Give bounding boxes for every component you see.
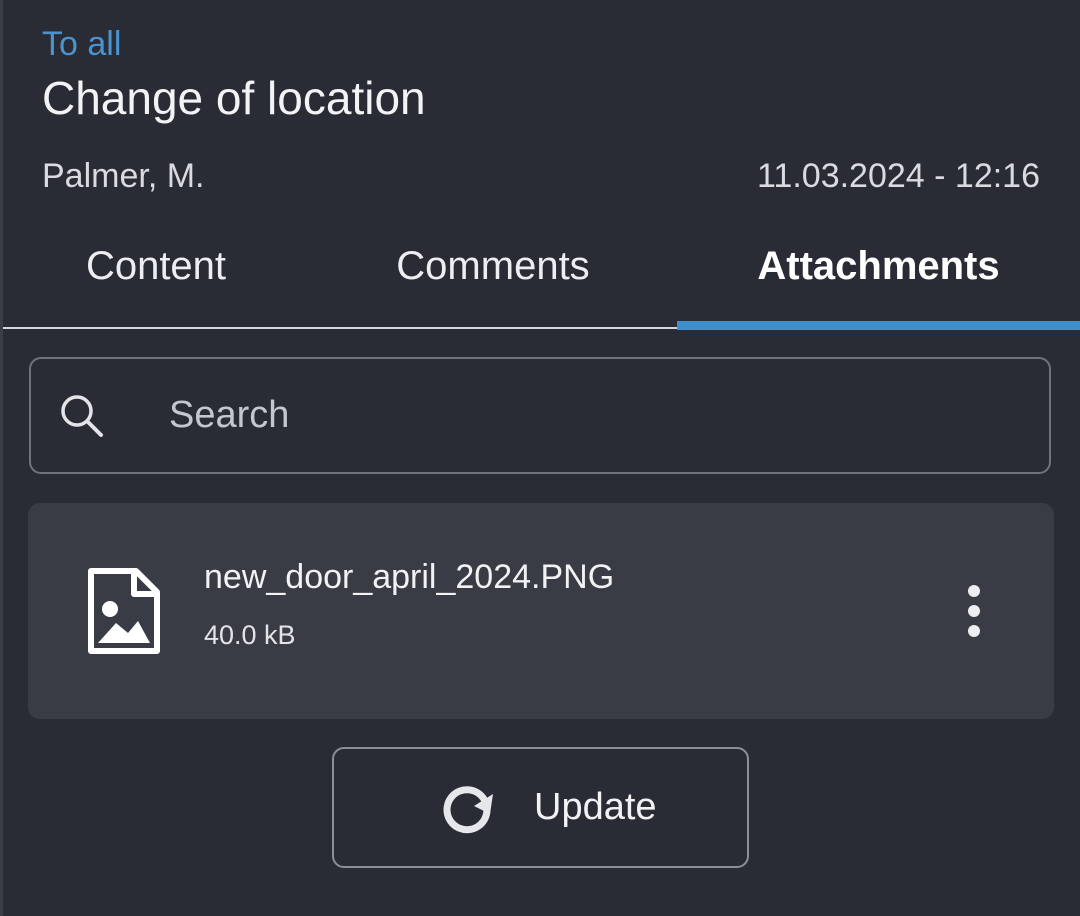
- active-tab-indicator: [677, 321, 1080, 330]
- page-title: Change of location: [42, 72, 426, 124]
- attachment-file-name: new_door_april_2024.PNG: [204, 558, 615, 596]
- image-file-icon: [86, 567, 162, 655]
- post-timestamp: 11.03.2024 - 12:16: [757, 157, 1040, 195]
- tab-content[interactable]: Content: [3, 228, 309, 328]
- update-button-label: Update: [534, 786, 657, 828]
- search-field[interactable]: [29, 357, 1051, 474]
- more-options-icon[interactable]: [950, 575, 998, 647]
- refresh-icon: [438, 779, 496, 837]
- search-input[interactable]: [167, 384, 1031, 447]
- attachment-item[interactable]: new_door_april_2024.PNG 40.0 kB: [28, 503, 1054, 719]
- search-icon: [57, 391, 107, 441]
- panel-left-border: [0, 0, 3, 916]
- back-to-all-link[interactable]: To all: [42, 24, 121, 64]
- author-name: Palmer, M.: [42, 157, 205, 195]
- tab-bar: Content Comments Attachments: [3, 228, 1080, 328]
- tab-attachments[interactable]: Attachments: [677, 228, 1080, 328]
- attachment-file-size: 40.0 kB: [204, 620, 296, 650]
- update-button[interactable]: Update: [332, 747, 749, 868]
- tab-comments[interactable]: Comments: [309, 228, 677, 328]
